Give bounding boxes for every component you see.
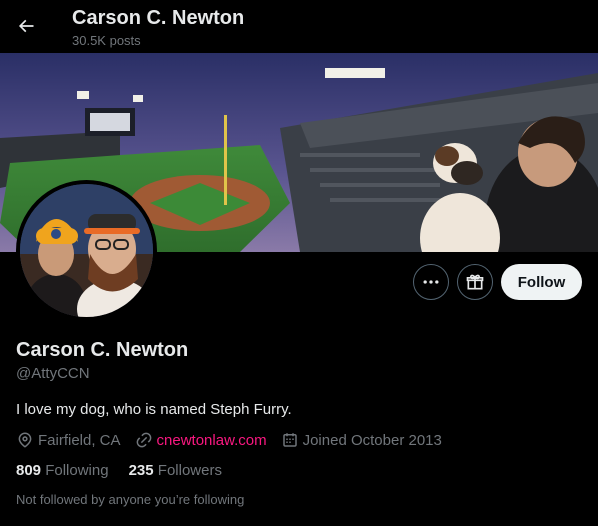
- more-dots-icon: [423, 280, 439, 284]
- avatar[interactable]: [16, 180, 157, 321]
- profile-avatar-photo: [20, 184, 153, 317]
- mutual-followers-note: Not followed by anyone you’re following: [16, 492, 245, 507]
- header-posts-count: 30.5K posts: [72, 33, 141, 48]
- followers-link[interactable]: 235 Followers: [129, 462, 222, 479]
- follow-button[interactable]: Follow: [501, 264, 582, 300]
- followers-count: 235: [128, 462, 158, 479]
- calendar-icon: [282, 433, 297, 447]
- profile-meta: Fairfield, CA cnewtonlaw.com Joined Octo…: [16, 430, 456, 450]
- following-link[interactable]: 809 Following: [16, 462, 109, 479]
- location-item: Fairfield, CA: [16, 431, 121, 449]
- user-handle: @AttyCCN: [16, 365, 90, 382]
- gift-icon: [466, 274, 484, 290]
- more-button[interactable]: [413, 264, 449, 300]
- top-bar: Carson C. Newton 30.5K posts: [0, 0, 598, 53]
- website-link[interactable]: cnewtonlaw.com: [157, 432, 267, 449]
- header-name: Carson C. Newton: [72, 7, 245, 29]
- link-icon: [136, 432, 151, 448]
- following-count: 809: [16, 462, 46, 479]
- joined-text: Joined October 2013: [302, 431, 442, 449]
- location-pin-icon: [18, 432, 32, 448]
- website-item: cnewtonlaw.com: [135, 431, 267, 449]
- following-label: Following: [45, 462, 109, 479]
- follow-stats: 809 Following 235 Followers: [16, 462, 242, 479]
- joined-item: Joined October 2013: [281, 431, 442, 449]
- location-text: Fairfield, CA: [38, 431, 121, 449]
- gift-button[interactable]: [457, 264, 493, 300]
- followers-label: Followers: [157, 462, 222, 479]
- back-button[interactable]: [8, 8, 44, 44]
- back-arrow-icon: [18, 19, 34, 33]
- user-bio: I love my dog, who is named Steph Furry.: [16, 401, 292, 418]
- display-name: Carson C. Newton: [16, 339, 189, 361]
